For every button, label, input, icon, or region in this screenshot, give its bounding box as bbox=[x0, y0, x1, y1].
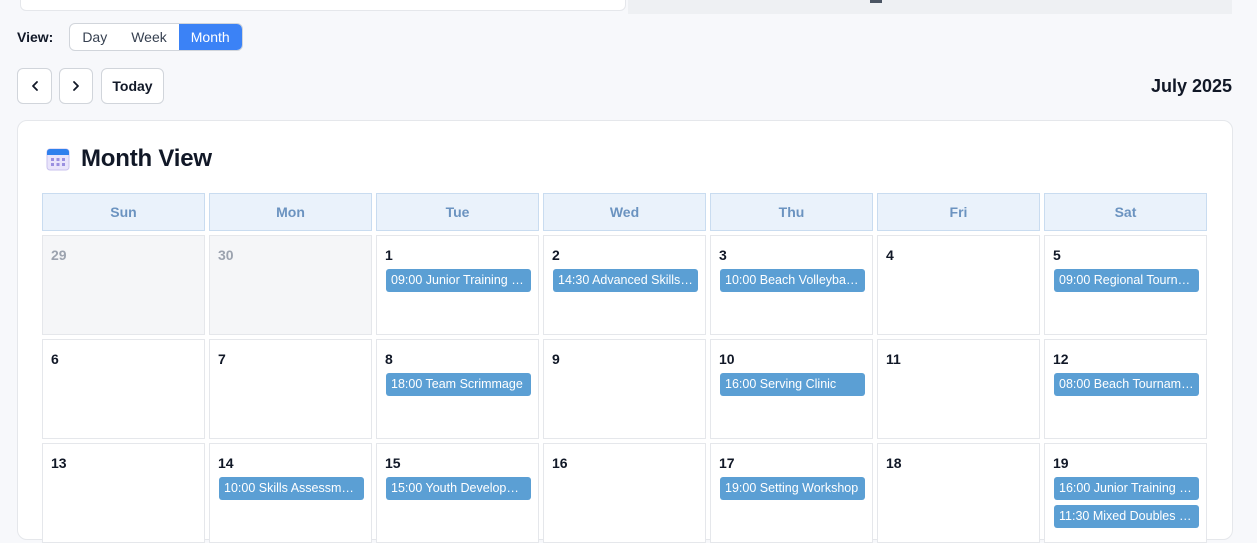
event-chip[interactable]: 15:00 Youth Development bbox=[386, 477, 531, 500]
event-chip[interactable]: 16:00 Serving Clinic bbox=[720, 373, 865, 396]
top-panels bbox=[0, 0, 1257, 14]
day-cell[interactable]: 12 08:00 Beach Tournamen... bbox=[1044, 339, 1207, 439]
day-cell[interactable]: 5 09:00 Regional Tournam... bbox=[1044, 235, 1207, 335]
event-chip[interactable]: 19:00 Setting Workshop bbox=[720, 477, 865, 500]
day-cell[interactable]: 14 10:00 Skills Assessment ... bbox=[209, 443, 372, 543]
day-number: 3 bbox=[719, 247, 727, 263]
day-number: 4 bbox=[886, 247, 894, 263]
day-number: 10 bbox=[719, 351, 735, 367]
day-number: 13 bbox=[51, 455, 67, 471]
event-chip[interactable]: 18:00 Team Scrimmage bbox=[386, 373, 531, 396]
day-cell[interactable]: 13 bbox=[42, 443, 205, 543]
calendar-icon bbox=[46, 148, 70, 171]
day-cell[interactable]: 11 bbox=[877, 339, 1040, 439]
prev-month-button[interactable] bbox=[17, 68, 52, 104]
day-cell[interactable]: 8 18:00 Team Scrimmage bbox=[376, 339, 539, 439]
day-cell[interactable]: 3 10:00 Beach Volleyball P... bbox=[710, 235, 873, 335]
weekday-header-mon: Mon bbox=[209, 193, 372, 231]
view-month-button[interactable]: Month bbox=[178, 24, 242, 50]
day-number: 19 bbox=[1053, 455, 1069, 471]
day-cell[interactable]: 6 bbox=[42, 339, 205, 439]
day-cell[interactable]: 18 bbox=[877, 443, 1040, 543]
next-month-button[interactable] bbox=[59, 68, 93, 104]
view-label: View: bbox=[17, 29, 54, 45]
month-view-card: Month View Sun Mon Tue Wed Thu Fri Sat 29 30 1 09:… bbox=[17, 120, 1233, 543]
day-number: 29 bbox=[51, 247, 67, 263]
day-number: 11 bbox=[886, 351, 901, 367]
event-chip[interactable]: 09:00 Regional Tournam... bbox=[1054, 269, 1199, 292]
weekday-header-thu: Thu bbox=[710, 193, 873, 231]
weekday-header-tue: Tue bbox=[376, 193, 539, 231]
day-cell[interactable]: 7 bbox=[209, 339, 372, 439]
event-chip[interactable]: 09:00 Junior Training Se... bbox=[386, 269, 531, 292]
event-chip[interactable]: 10:00 Skills Assessment ... bbox=[219, 477, 364, 500]
day-cell[interactable]: 29 bbox=[42, 235, 205, 335]
period-title: July 2025 bbox=[1150, 76, 1232, 96]
day-number: 17 bbox=[719, 455, 735, 471]
day-number: 8 bbox=[385, 351, 393, 367]
weekday-header-fri: Fri bbox=[877, 193, 1040, 231]
day-cell[interactable]: 15 15:00 Youth Development bbox=[376, 443, 539, 543]
top-right-panel bbox=[628, 0, 1232, 14]
card-header: Month View bbox=[46, 145, 212, 173]
day-cell[interactable]: 10 16:00 Serving Clinic bbox=[710, 339, 873, 439]
day-number: 9 bbox=[552, 351, 560, 367]
weekday-header-sat: Sat bbox=[1044, 193, 1207, 231]
day-number: 6 bbox=[51, 351, 59, 367]
event-chip[interactable]: 10:00 Beach Volleyball P... bbox=[720, 269, 865, 292]
event-chip[interactable]: 08:00 Beach Tournamen... bbox=[1054, 373, 1199, 396]
day-number: 30 bbox=[218, 247, 234, 263]
event-chip[interactable]: 11:30 Mixed Doubles Pr... bbox=[1054, 505, 1199, 528]
day-number: 16 bbox=[552, 455, 568, 471]
event-chip[interactable]: 14:30 Advanced Skills W... bbox=[553, 269, 698, 292]
day-cell[interactable]: 1 09:00 Junior Training Se... bbox=[376, 235, 539, 335]
today-button[interactable]: Today bbox=[101, 68, 164, 104]
weekday-header-wed: Wed bbox=[543, 193, 706, 231]
day-cell[interactable]: 9 bbox=[543, 339, 706, 439]
day-cell[interactable]: 17 19:00 Setting Workshop bbox=[710, 443, 873, 543]
day-number: 14 bbox=[218, 455, 234, 471]
view-week-button[interactable]: Week bbox=[119, 24, 179, 50]
top-left-panel bbox=[20, 0, 626, 11]
day-number: 15 bbox=[385, 455, 401, 471]
weekday-header-sun: Sun bbox=[42, 193, 205, 231]
day-cell[interactable]: 30 bbox=[209, 235, 372, 335]
day-number: 1 bbox=[385, 247, 393, 263]
view-switcher: View: Day Week Month bbox=[17, 23, 243, 51]
view-segmented-control: Day Week Month bbox=[69, 23, 243, 51]
event-chip[interactable]: 16:00 Junior Training Se... bbox=[1054, 477, 1199, 500]
day-cell[interactable]: 4 bbox=[877, 235, 1040, 335]
chevron-right-icon bbox=[73, 81, 79, 91]
day-cell[interactable]: 16 bbox=[543, 443, 706, 543]
day-cell[interactable]: 19 16:00 Junior Training Se... 11:30 Mixed… bbox=[1044, 443, 1207, 543]
chevron-left-icon bbox=[31, 81, 38, 91]
top-right-marker bbox=[870, 0, 882, 3]
view-day-button[interactable]: Day bbox=[70, 24, 119, 50]
day-cell[interactable]: 2 14:30 Advanced Skills W... bbox=[543, 235, 706, 335]
day-number: 12 bbox=[1053, 351, 1069, 367]
day-number: 7 bbox=[218, 351, 226, 367]
day-number: 2 bbox=[552, 247, 560, 263]
day-number: 18 bbox=[886, 455, 902, 471]
day-number: 5 bbox=[1053, 247, 1061, 263]
card-title: Month View bbox=[81, 145, 212, 172]
